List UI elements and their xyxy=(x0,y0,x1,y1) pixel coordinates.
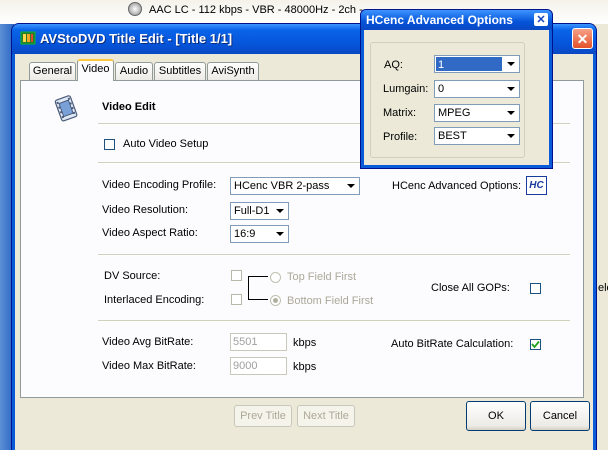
next-title-button[interactable]: Next Title xyxy=(297,405,355,427)
checkmark-icon xyxy=(531,340,540,349)
avg-bitrate-label: Video Avg BitRate: xyxy=(102,336,194,348)
chevron-down-icon xyxy=(273,204,287,218)
max-bitrate-label: Video Max BitRate: xyxy=(102,360,196,372)
lumgain-select[interactable]: 0 xyxy=(434,80,520,98)
bottom-field-radio[interactable] xyxy=(270,295,281,306)
max-bitrate-input[interactable]: 9000 xyxy=(230,357,287,375)
divider xyxy=(98,254,570,256)
top-field-label: Top Field First xyxy=(287,271,357,283)
resolution-select[interactable]: Full-D1 xyxy=(230,202,289,220)
encoding-profile-label: Video Encoding Profile: xyxy=(102,179,217,191)
auto-bitrate-checkbox[interactable] xyxy=(530,339,541,350)
chevron-down-icon xyxy=(504,129,518,143)
dv-source-label: DV Source: xyxy=(104,270,161,282)
matrix-value: MPEG xyxy=(438,107,471,119)
app-icon xyxy=(20,30,36,46)
close-button[interactable]: ✕ xyxy=(572,28,593,49)
tab-video[interactable]: Video xyxy=(77,59,114,81)
avg-bitrate-input[interactable]: 5501 xyxy=(230,333,287,351)
divider xyxy=(98,320,570,322)
dv-source-checkbox[interactable] xyxy=(231,270,242,281)
field-order-bracket xyxy=(248,276,256,300)
matrix-label: Matrix: xyxy=(383,107,416,119)
tab-subtitles[interactable]: Subtitles xyxy=(154,62,206,80)
desktop-right xyxy=(594,24,608,450)
bottom-field-label: Bottom Field First xyxy=(287,295,374,307)
resolution-value: Full-D1 xyxy=(234,205,270,217)
auto-bitrate-label: Auto BitRate Calculation: xyxy=(391,338,514,350)
profile-select[interactable]: BEST xyxy=(434,127,520,145)
hcenc-options-label: HCenc Advanced Options: xyxy=(392,180,522,192)
encoding-profile-value: HCenc VBR 2-pass xyxy=(234,180,330,192)
aspect-ratio-value: 16:9 xyxy=(234,228,256,240)
cancel-button[interactable]: Cancel xyxy=(530,401,590,431)
prev-title-button[interactable]: Prev Title xyxy=(234,405,292,427)
window-title: AVStoDVD Title Edit - [Title 1/1] xyxy=(40,31,233,46)
chevron-down-icon xyxy=(504,57,518,71)
hcenc-dialog-title: HCenc Advanced Options xyxy=(366,13,513,27)
max-bitrate-unit: kbps xyxy=(293,361,317,373)
resolution-label: Video Resolution: xyxy=(102,204,189,216)
lumgain-label: Lumgain: xyxy=(383,83,429,95)
auto-video-setup-label: Auto Video Setup xyxy=(123,138,209,150)
hcenc-options-icon[interactable]: HC xyxy=(526,176,547,195)
field-order-bracket-bottom xyxy=(256,299,268,300)
close-gops-label: Close All GOPs: xyxy=(431,282,510,294)
background-audio-icon xyxy=(128,2,142,16)
aspect-ratio-select[interactable]: 16:9 xyxy=(230,225,289,243)
tab-general[interactable]: General xyxy=(29,62,76,80)
aq-value: 1 xyxy=(436,57,502,71)
chevron-down-icon xyxy=(273,227,287,241)
tab-avisynth[interactable]: AviSynth xyxy=(207,62,259,80)
aq-select[interactable]: 1 xyxy=(434,55,520,73)
aspect-ratio-label: Video Aspect Ratio: xyxy=(102,227,198,239)
top-field-radio[interactable] xyxy=(270,272,281,283)
chevron-down-icon xyxy=(504,82,518,96)
chevron-down-icon xyxy=(344,179,358,193)
close-gops-checkbox[interactable] xyxy=(530,283,541,294)
background-audio-info: AAC LC - 112 kbps - VBR - 48000Hz - 2ch … xyxy=(149,4,363,16)
section-title: Video Edit xyxy=(102,101,156,113)
interlaced-label: Interlaced Encoding: xyxy=(104,294,205,306)
lumgain-value: 0 xyxy=(438,83,445,95)
auto-video-setup-checkbox[interactable] xyxy=(104,139,115,150)
tab-audio[interactable]: Audio xyxy=(115,62,153,80)
avg-bitrate-unit: kbps xyxy=(293,337,317,349)
aq-label: AQ: xyxy=(384,59,403,71)
chevron-down-icon xyxy=(504,106,518,120)
background-fragment: ele xyxy=(598,282,608,294)
profile-value: BEST xyxy=(438,130,467,142)
field-order-bracket-top xyxy=(256,276,268,277)
encoding-profile-select[interactable]: HCenc VBR 2-pass xyxy=(230,177,360,195)
ok-button[interactable]: OK xyxy=(466,401,526,431)
interlaced-checkbox[interactable] xyxy=(231,294,242,305)
film-icon xyxy=(52,93,82,123)
matrix-select[interactable]: MPEG xyxy=(434,104,520,122)
hcenc-close-button[interactable]: ✕ xyxy=(534,13,548,26)
profile-label: Profile: xyxy=(383,131,418,143)
